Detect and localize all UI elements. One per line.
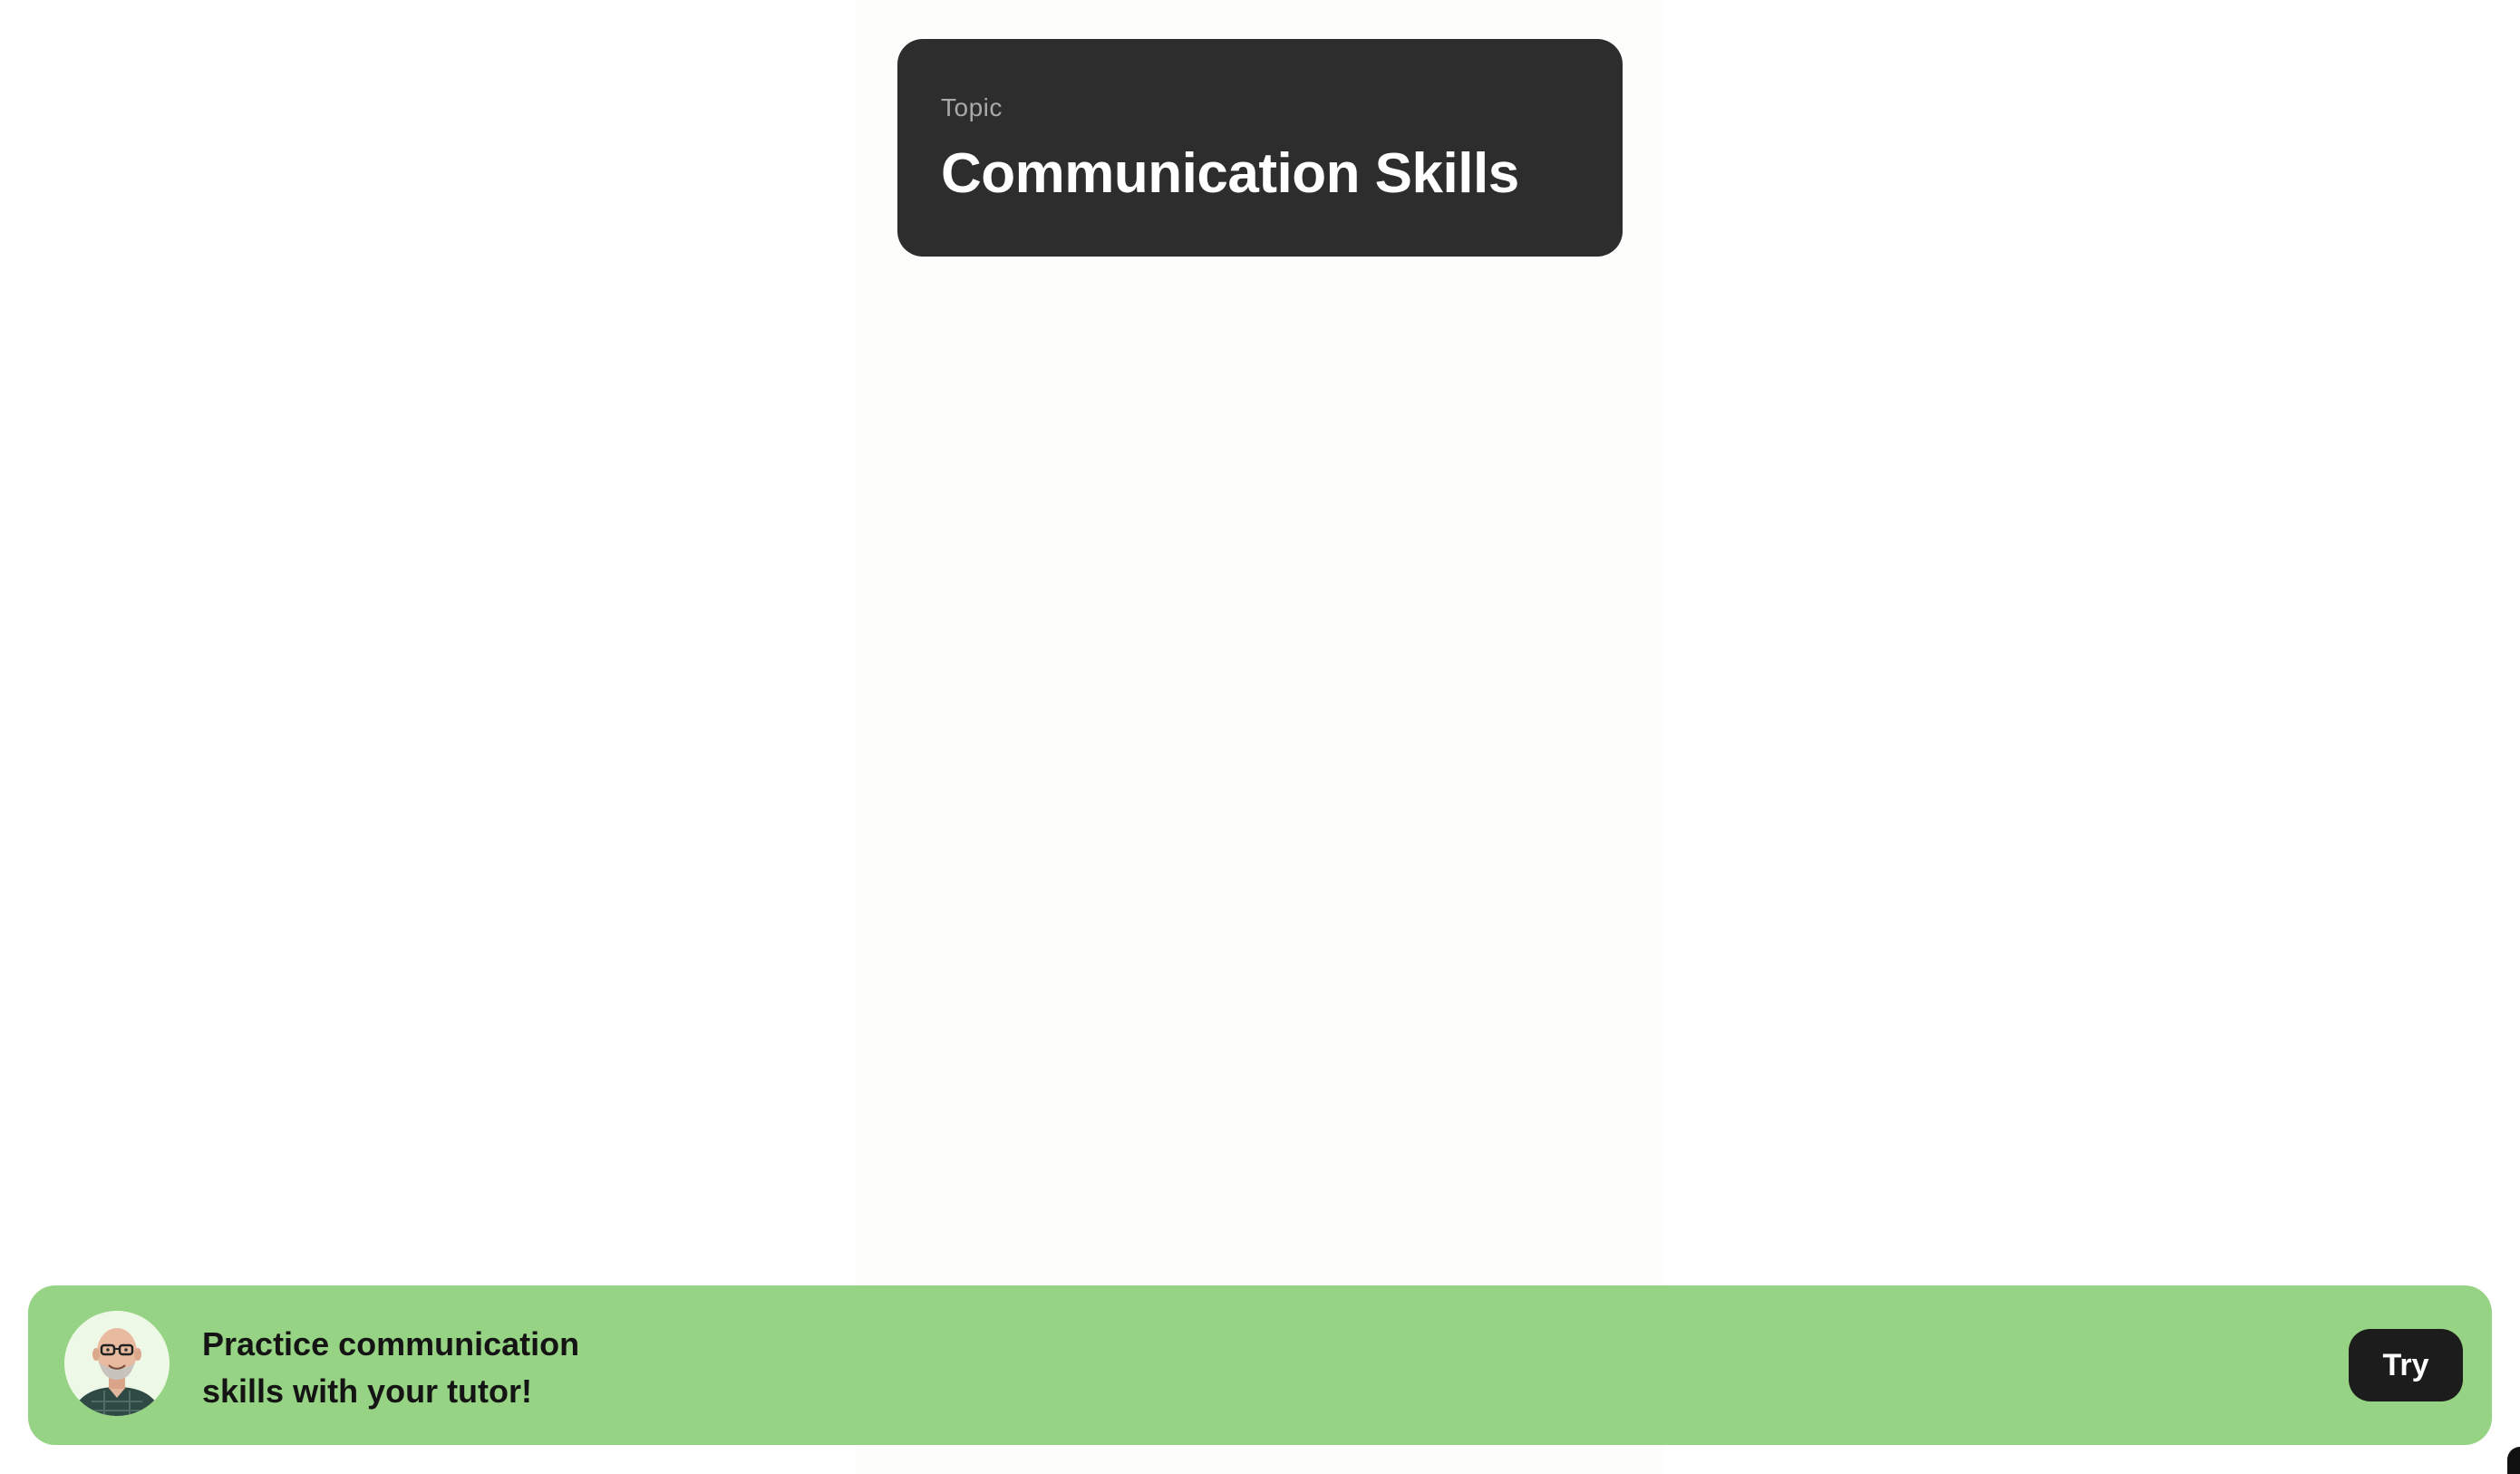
tutor-avatar-icon xyxy=(64,1311,170,1416)
tutor-promo-banner: Practice communication skills with your … xyxy=(28,1285,2492,1445)
try-button[interactable]: Try xyxy=(2349,1329,2463,1401)
topic-title: Communication Skills xyxy=(941,142,1519,205)
topic-label: Topic xyxy=(941,93,1003,121)
promo-message: Practice communication skills with your … xyxy=(202,1321,837,1415)
promo-line-2: skills with your tutor! xyxy=(202,1372,533,1410)
topic-card: Topic Communication Skills xyxy=(897,39,1623,257)
promo-line-1: Practice communication xyxy=(202,1325,580,1362)
corner-shadow xyxy=(2507,1447,2520,1474)
